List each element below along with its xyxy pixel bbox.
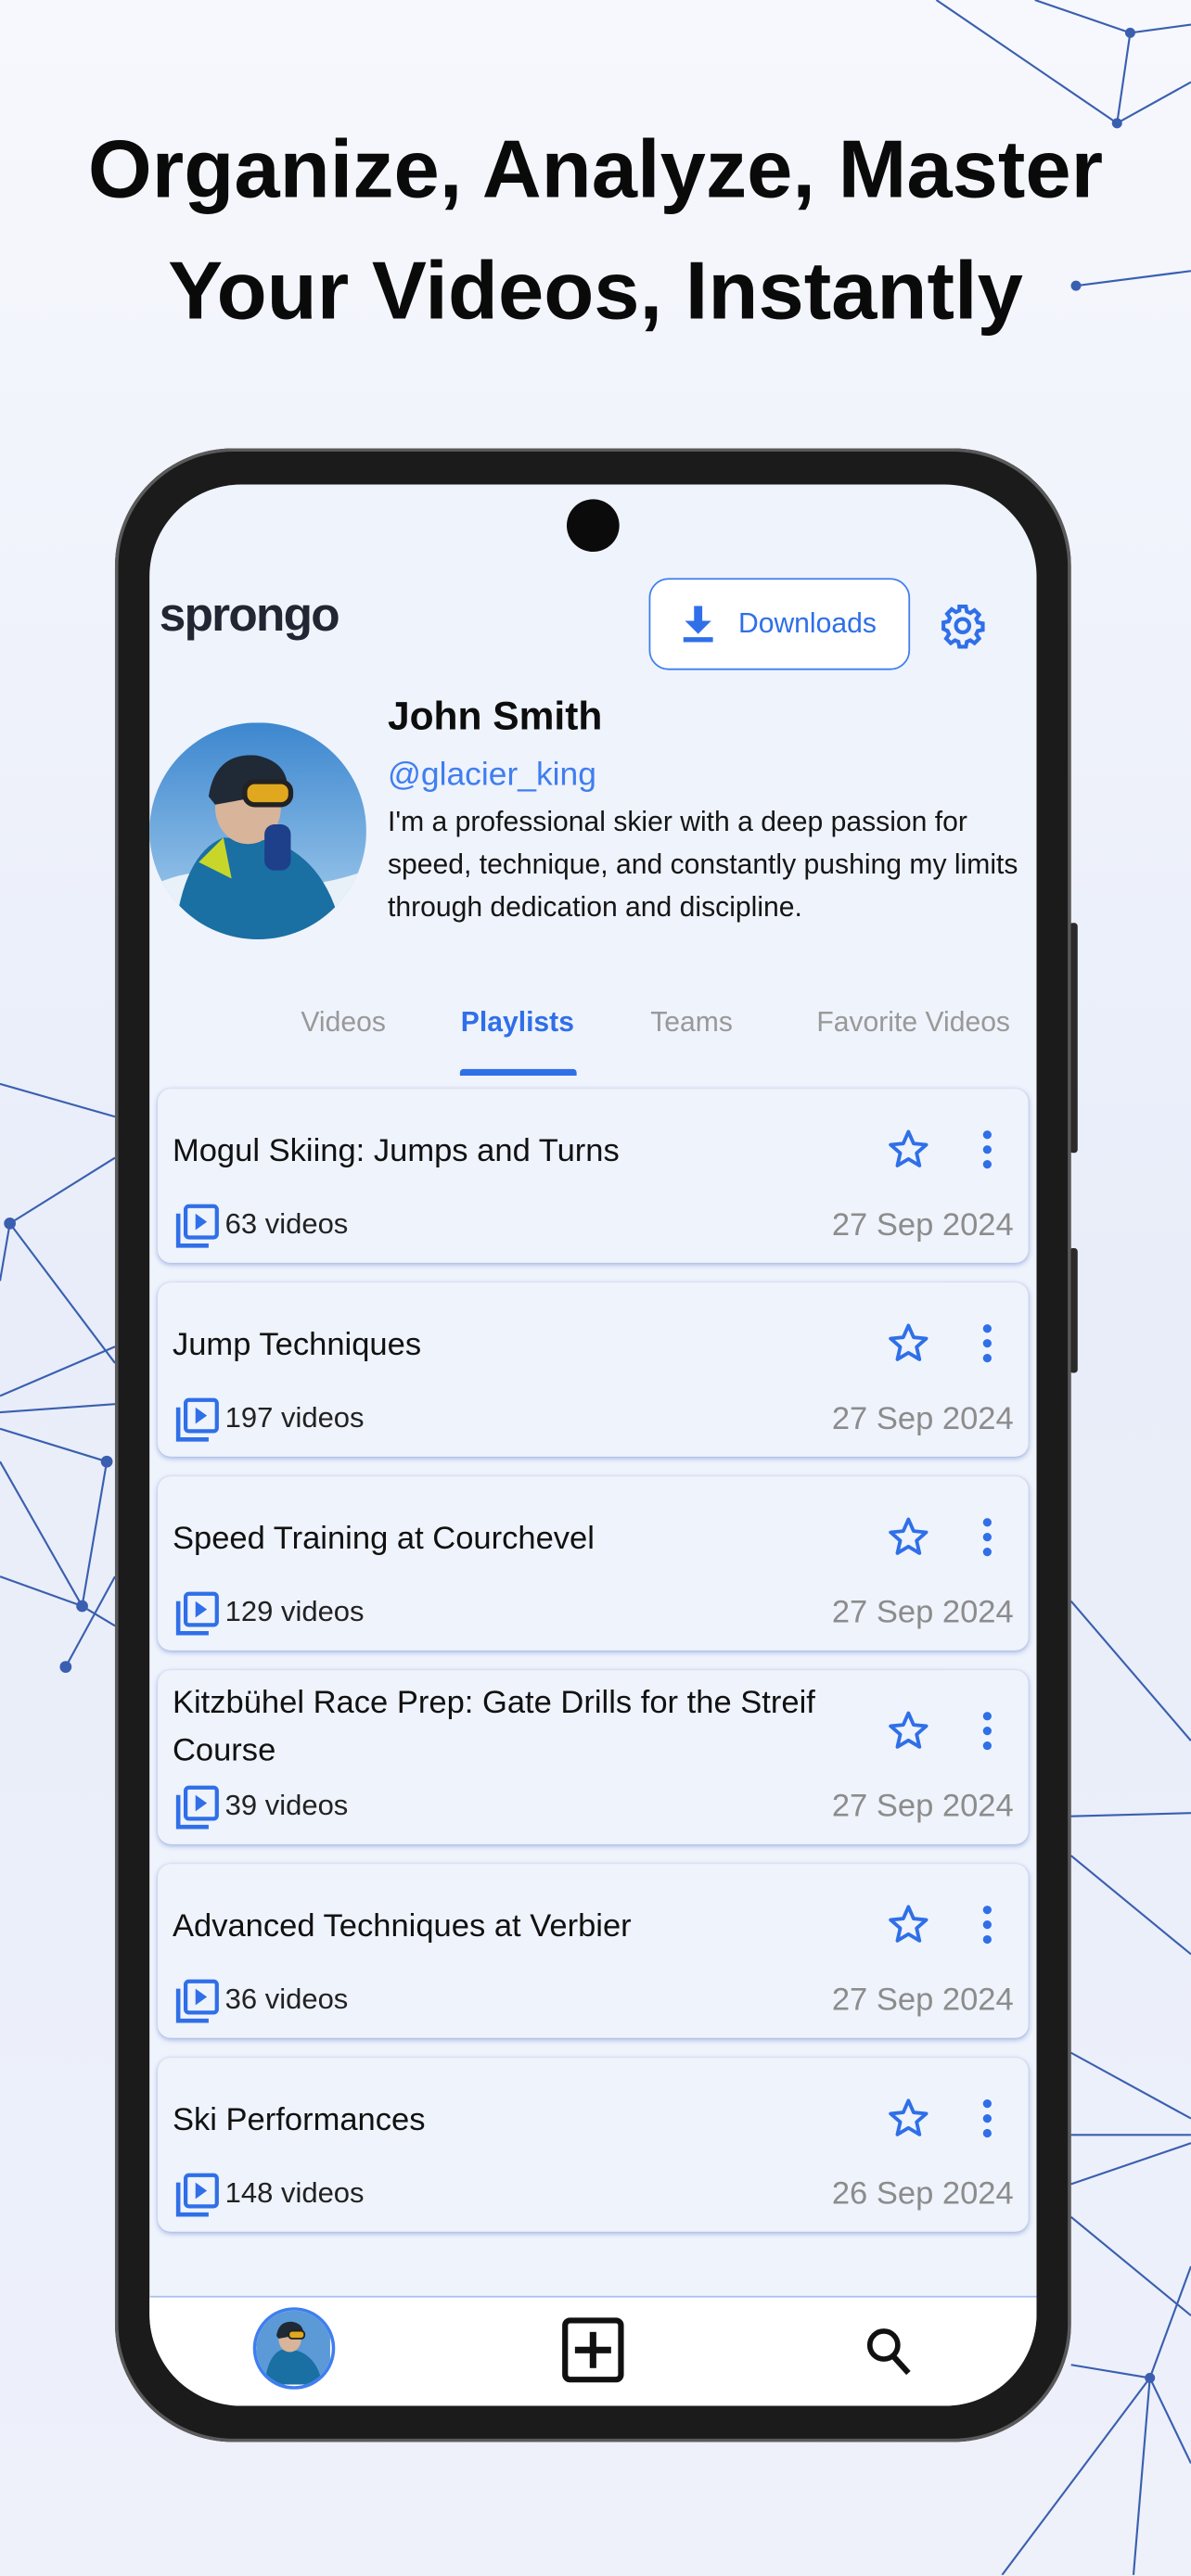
- more-vertical-icon[interactable]: [980, 1322, 996, 1365]
- playlist-video-count: 148 videos: [224, 2175, 365, 2209]
- marketing-headline: Organize, Analyze, Master Your Videos, I…: [0, 108, 1191, 351]
- front-camera: [566, 499, 620, 553]
- playlist-date: 27 Sep 2024: [831, 1400, 1014, 1437]
- skier-photo: [149, 722, 366, 940]
- playlist-title: Mogul Skiing: Jumps and Turns: [172, 1132, 620, 1169]
- playlist-video-count: 129 videos: [224, 1594, 365, 1628]
- playlist-date: 27 Sep 2024: [831, 1982, 1014, 2019]
- more-vertical-icon[interactable]: [980, 1710, 996, 1753]
- playlist-video-count: 39 videos: [224, 1788, 349, 1822]
- downloads-button[interactable]: Downloads: [648, 578, 911, 670]
- star-outline-icon[interactable]: [887, 1710, 929, 1753]
- headline-line-1: Organize, Analyze, Master: [87, 122, 1104, 216]
- video-library-icon: [175, 1979, 219, 2023]
- video-library-icon: [175, 1591, 219, 1636]
- playlist-video-count: 36 videos: [224, 1982, 349, 2016]
- tab-playlists[interactable]: Playlists: [461, 1007, 574, 1039]
- tab-teams[interactable]: Teams: [650, 1007, 733, 1039]
- playlist-card[interactable]: Jump Techniques 197 videos 27 Sep 2024: [158, 1282, 1029, 1457]
- bottom-navigation: [149, 2295, 1037, 2406]
- tab-favorite-videos[interactable]: Favorite Videos: [816, 1007, 1010, 1039]
- app-logo: sprongo: [159, 589, 340, 643]
- add-box-icon[interactable]: [562, 2317, 624, 2383]
- playlist-date: 27 Sep 2024: [831, 1788, 1014, 1825]
- playlist-card[interactable]: Ski Performances 148 videos 26 Sep 2024: [158, 2058, 1029, 2232]
- playlist-card[interactable]: Advanced Techniques at Verbier 36 videos…: [158, 1864, 1029, 2038]
- star-outline-icon[interactable]: [887, 2098, 929, 2140]
- gear-icon[interactable]: [940, 603, 986, 649]
- nav-profile-avatar[interactable]: [252, 2307, 336, 2390]
- star-outline-icon[interactable]: [887, 1516, 929, 1559]
- playlist-title: Speed Training at Courchevel: [172, 1520, 595, 1557]
- playlist-title: Ski Performances: [172, 2101, 426, 2138]
- playlist-card[interactable]: Mogul Skiing: Jumps and Turns 63 videos …: [158, 1089, 1029, 1263]
- profile-avatar[interactable]: [149, 722, 366, 940]
- playlist-title: Advanced Techniques at Verbier: [172, 1907, 632, 1945]
- skier-photo-small: [256, 2310, 330, 2385]
- search-icon[interactable]: [864, 2326, 914, 2378]
- download-icon: [684, 606, 714, 643]
- playlist-video-count: 197 videos: [224, 1400, 365, 1435]
- playlist-title: Jump Techniques: [172, 1326, 422, 1363]
- active-tab-indicator: [459, 1068, 577, 1077]
- tab-videos[interactable]: Videos: [301, 1007, 386, 1039]
- video-library-icon: [175, 1204, 219, 1248]
- video-library-icon: [175, 1785, 219, 1830]
- playlist-date: 26 Sep 2024: [831, 2175, 1014, 2213]
- star-outline-icon[interactable]: [887, 1129, 929, 1171]
- more-vertical-icon[interactable]: [980, 1904, 996, 1946]
- star-outline-icon[interactable]: [887, 1904, 929, 1946]
- profile-name: John Smith: [387, 695, 603, 739]
- profile-handle[interactable]: @glacier_king: [388, 757, 596, 795]
- playlist-title: Kitzbühel Race Prep: Gate Drills for the…: [172, 1685, 815, 1769]
- more-vertical-icon[interactable]: [980, 2098, 996, 2140]
- headline-line-2: Your Videos, Instantly: [168, 244, 1023, 338]
- app-screen: sprongo Downloads John Smith @glacier_ki…: [149, 484, 1037, 2406]
- video-library-icon: [175, 1397, 219, 1442]
- playlist-card[interactable]: Kitzbühel Race Prep: Gate Drills for the…: [158, 1670, 1029, 1844]
- more-vertical-icon[interactable]: [980, 1129, 996, 1171]
- profile-bio: I'm a professional skier with a deep pas…: [387, 806, 1018, 924]
- star-outline-icon[interactable]: [887, 1322, 929, 1365]
- playlist-date: 27 Sep 2024: [831, 1594, 1014, 1631]
- video-library-icon: [175, 2173, 219, 2217]
- playlist-card[interactable]: Speed Training at Courchevel 129 videos …: [158, 1476, 1029, 1651]
- downloads-label: Downloads: [737, 607, 877, 639]
- playlist-video-count: 63 videos: [224, 1206, 349, 1241]
- playlist-date: 27 Sep 2024: [831, 1206, 1014, 1243]
- more-vertical-icon[interactable]: [980, 1516, 996, 1559]
